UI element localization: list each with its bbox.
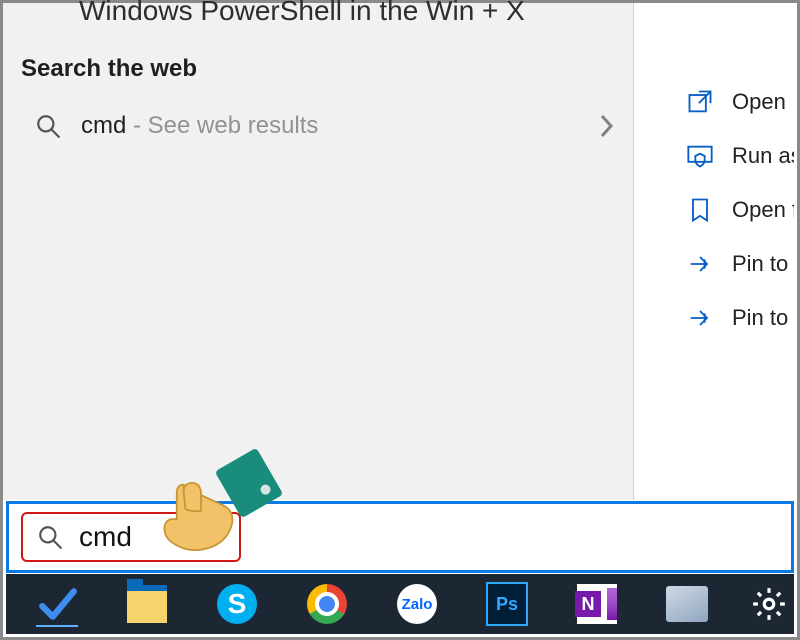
app-icon xyxy=(666,586,708,622)
search-icon xyxy=(37,524,63,550)
web-result-row[interactable]: cmd - See web results xyxy=(3,99,645,153)
action-open[interactable]: Open xyxy=(634,75,794,129)
pointing-hand-annotation xyxy=(153,448,273,568)
context-actions-panel: Open Run as Open f Pin to Pin to xyxy=(634,3,794,572)
taskbar-file-explorer[interactable] xyxy=(126,583,168,625)
chevron-right-icon xyxy=(599,113,615,139)
action-label: Open f xyxy=(732,197,794,223)
taskbar-app[interactable] xyxy=(666,583,708,625)
search-web-heading: Search the web xyxy=(21,55,197,83)
pin-icon xyxy=(686,250,714,278)
action-label: Run as xyxy=(732,143,794,169)
taskbar-zalo[interactable]: Zalo xyxy=(396,583,438,625)
folder-icon xyxy=(127,585,167,623)
pin-icon xyxy=(686,304,714,332)
taskbar: S Zalo Ps N xyxy=(6,574,794,634)
taskbar-todo[interactable] xyxy=(36,583,78,625)
taskbar-skype[interactable]: S xyxy=(216,583,258,625)
shield-icon xyxy=(686,142,714,170)
action-run-as[interactable]: Run as xyxy=(634,129,794,183)
onenote-icon: N xyxy=(577,584,617,624)
zalo-icon: Zalo xyxy=(397,584,437,624)
action-pin-taskbar[interactable]: Pin to xyxy=(634,291,794,345)
settings-icon[interactable] xyxy=(750,585,788,623)
web-result-term: cmd xyxy=(81,112,126,139)
folder-icon xyxy=(686,196,714,224)
search-input-text: cmd xyxy=(79,521,132,553)
taskbar-chrome[interactable] xyxy=(306,583,348,625)
taskbar-onenote[interactable]: N xyxy=(576,583,618,625)
skype-icon: S xyxy=(217,584,257,624)
photoshop-icon: Ps xyxy=(486,582,528,626)
window-frame: Windows PowerShell in the Win + X Search… xyxy=(0,0,800,640)
search-bar[interactable]: cmd xyxy=(6,501,794,573)
clipped-title: Windows PowerShell in the Win + X xyxy=(79,0,525,27)
action-label: Pin to xyxy=(732,305,788,331)
action-pin-start[interactable]: Pin to xyxy=(634,237,794,291)
open-icon xyxy=(686,88,714,116)
action-label: Open xyxy=(732,89,786,115)
web-result-hint: - See web results xyxy=(126,112,318,139)
taskbar-photoshop[interactable]: Ps xyxy=(486,583,528,625)
action-label: Pin to xyxy=(732,251,788,277)
search-results-panel: Windows PowerShell in the Win + X Search… xyxy=(3,3,634,500)
chrome-icon xyxy=(307,584,347,624)
search-icon xyxy=(35,113,61,139)
action-open-location[interactable]: Open f xyxy=(634,183,794,237)
